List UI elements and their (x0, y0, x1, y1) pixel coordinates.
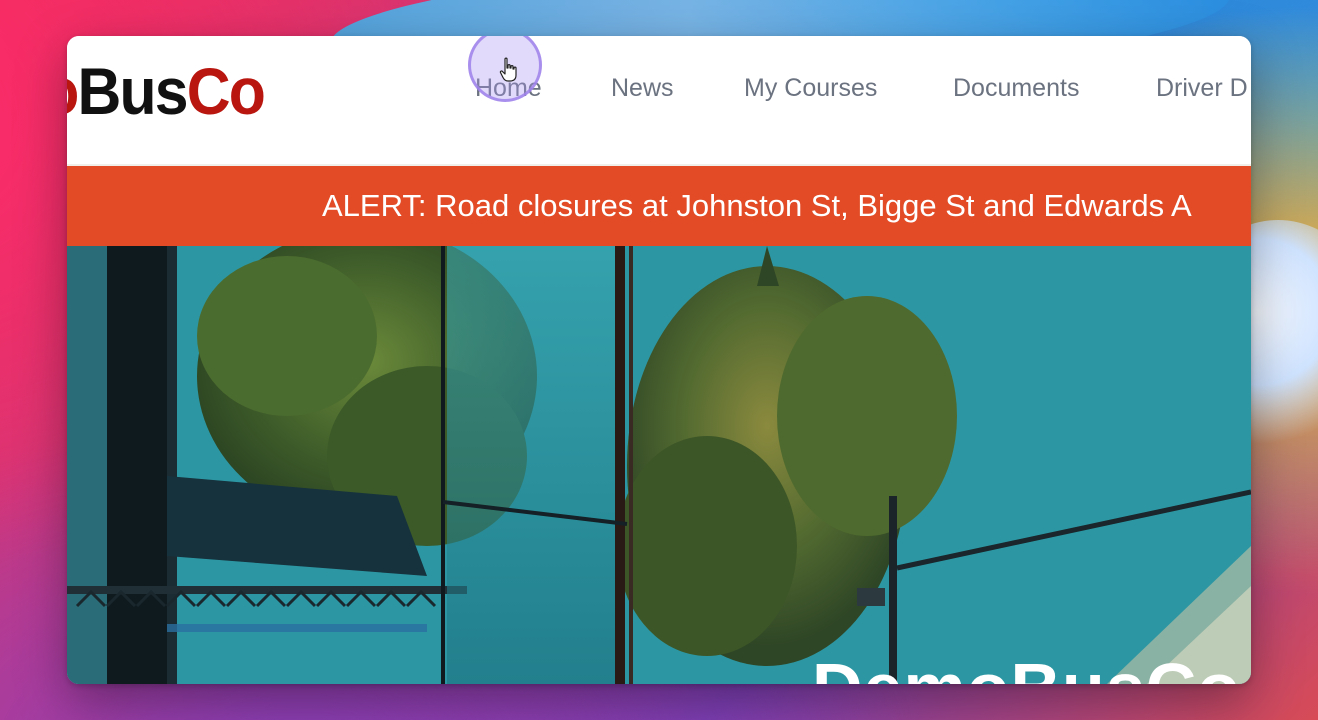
pointing-hand-cursor-icon (499, 57, 517, 82)
main-nav: Home News My Courses Documents Driver D (67, 72, 1251, 104)
hero-title: DemoBusCo (812, 648, 1241, 684)
nav-link-my-courses[interactable]: My Courses (744, 72, 877, 104)
hero-banner: DemoBusCo (67, 246, 1251, 684)
alert-text: ALERT: Road closures at Johnston St, Big… (322, 188, 1192, 223)
hero-photo (67, 246, 1251, 684)
nav-link-documents[interactable]: Documents (953, 72, 1079, 104)
alert-banner: ALERT: Road closures at Johnston St, Big… (67, 164, 1251, 248)
nav-link-driver[interactable]: Driver D (1156, 72, 1248, 104)
site-header: noBusCo Home News My Courses Documents D… (67, 36, 1251, 164)
nav-link-news[interactable]: News (611, 72, 674, 104)
browser-window: noBusCo Home News My Courses Documents D… (67, 36, 1251, 684)
